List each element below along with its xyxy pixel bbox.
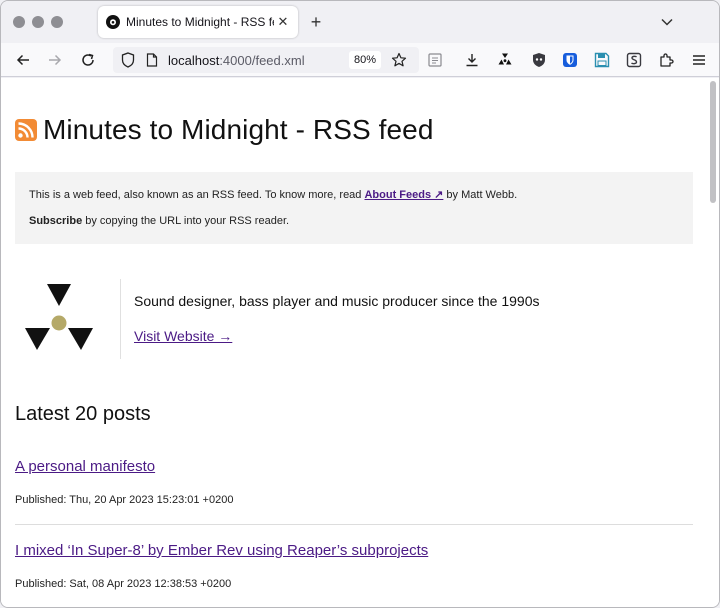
url-host: localhost bbox=[168, 53, 220, 68]
tab-active[interactable]: Minutes to Midnight - RSS feed ✕ bbox=[98, 6, 298, 38]
privacy-badger-button[interactable] bbox=[529, 50, 549, 70]
downloads-icon bbox=[466, 54, 478, 67]
tab-title: Minutes to Midnight - RSS feed bbox=[126, 15, 274, 29]
s-extension-button[interactable] bbox=[624, 50, 644, 70]
browser-window: Minutes to Midnight - RSS feed ✕ + bbox=[0, 0, 720, 608]
tab-strip: Minutes to Midnight - RSS feed ✕ + bbox=[1, 1, 719, 43]
bookmark-star-icon[interactable] bbox=[391, 52, 407, 68]
radiation-logo bbox=[25, 284, 93, 350]
post-title-link[interactable]: A personal manifesto bbox=[15, 458, 155, 475]
minimize-window-button[interactable] bbox=[32, 16, 44, 28]
arrow-left-icon bbox=[16, 54, 29, 66]
subscribe-label: Subscribe bbox=[29, 215, 83, 227]
notice-line-1: This is a web feed, also known as an RSS… bbox=[29, 188, 517, 201]
notice-text-before: This is a web feed, also known as an RSS… bbox=[29, 189, 365, 201]
scrollbar-thumb[interactable] bbox=[710, 81, 716, 203]
zoom-level-badge[interactable]: 80% bbox=[349, 51, 381, 69]
notice-line-2: Subscribe by copying the URL into your R… bbox=[29, 215, 289, 227]
post-published-date: Published: Thu, 20 Apr 2023 15:23:01 +02… bbox=[15, 494, 234, 506]
downloads-button[interactable] bbox=[462, 50, 482, 70]
visit-website-link[interactable]: Visit Website → bbox=[134, 328, 232, 344]
rss-icon bbox=[15, 119, 37, 141]
post-title-link[interactable]: I mixed ‘In Super-8’ by Ember Rev using … bbox=[15, 542, 428, 559]
menu-button[interactable] bbox=[689, 50, 709, 70]
save-extension-button[interactable] bbox=[592, 50, 612, 70]
post-separator bbox=[15, 524, 693, 525]
profile-divider bbox=[120, 279, 121, 359]
post-published-date: Published: Sat, 08 Apr 2023 12:38:53 +02… bbox=[15, 578, 232, 590]
address-bar[interactable]: localhost:4000/feed.xml 80% bbox=[113, 47, 419, 73]
profile-description: Sound designer, bass player and music pr… bbox=[134, 293, 540, 309]
privacy-badger-icon bbox=[533, 53, 545, 67]
posts-heading: Latest 20 posts bbox=[15, 403, 151, 425]
page-icon[interactable] bbox=[146, 53, 158, 67]
close-window-button[interactable] bbox=[13, 16, 25, 28]
navigation-toolbar: localhost:4000/feed.xml 80% bbox=[1, 43, 719, 77]
page-content: Minutes to Midnight - RSS feed This is a… bbox=[1, 78, 706, 607]
post-item: I mixed ‘In Super-8’ by Ember Rev using … bbox=[15, 542, 693, 590]
reader-view-icon bbox=[428, 53, 442, 67]
subscribe-text: by copying the URL into your RSS reader. bbox=[82, 215, 290, 227]
url-path: :4000/feed.xml bbox=[219, 53, 305, 68]
radiation-extension-button[interactable] bbox=[495, 50, 515, 70]
shield-icon[interactable] bbox=[121, 52, 135, 68]
save-icon bbox=[594, 52, 610, 68]
chevron-down-icon bbox=[661, 18, 673, 26]
s-extension-icon bbox=[626, 52, 642, 68]
radiation-icon bbox=[106, 15, 120, 29]
rss-notice-box: This is a web feed, also known as an RSS… bbox=[15, 172, 693, 244]
extensions-button[interactable] bbox=[656, 50, 676, 70]
extensions-icon bbox=[660, 53, 674, 67]
page-title: Minutes to Midnight - RSS feed bbox=[43, 114, 434, 145]
notice-text-after: by Matt Webb. bbox=[443, 189, 518, 201]
post-item: A personal manifesto Published: Thu, 20 … bbox=[15, 458, 693, 525]
back-button[interactable] bbox=[11, 48, 35, 72]
url-text[interactable]: localhost:4000/feed.xml bbox=[168, 53, 305, 68]
close-tab-icon[interactable]: ✕ bbox=[274, 13, 292, 31]
forward-button[interactable] bbox=[43, 48, 67, 72]
profile-card: Sound designer, bass player and music pr… bbox=[15, 277, 693, 361]
list-all-tabs-button[interactable] bbox=[657, 13, 677, 31]
new-tab-button[interactable]: + bbox=[306, 12, 326, 32]
bitwarden-button[interactable] bbox=[560, 50, 580, 70]
about-feeds-link[interactable]: About Feeds ↗ bbox=[364, 189, 443, 201]
arrow-right-icon bbox=[49, 54, 62, 66]
reload-button[interactable] bbox=[76, 48, 100, 72]
menu-icon bbox=[693, 55, 705, 65]
reader-view-button[interactable] bbox=[425, 50, 445, 70]
bitwarden-icon bbox=[563, 53, 577, 67]
reload-icon bbox=[82, 53, 94, 66]
zoom-window-button[interactable] bbox=[51, 16, 63, 28]
radiation-extension-icon bbox=[498, 53, 512, 65]
feed-title: Minutes to Midnight - RSS feed bbox=[15, 114, 434, 146]
